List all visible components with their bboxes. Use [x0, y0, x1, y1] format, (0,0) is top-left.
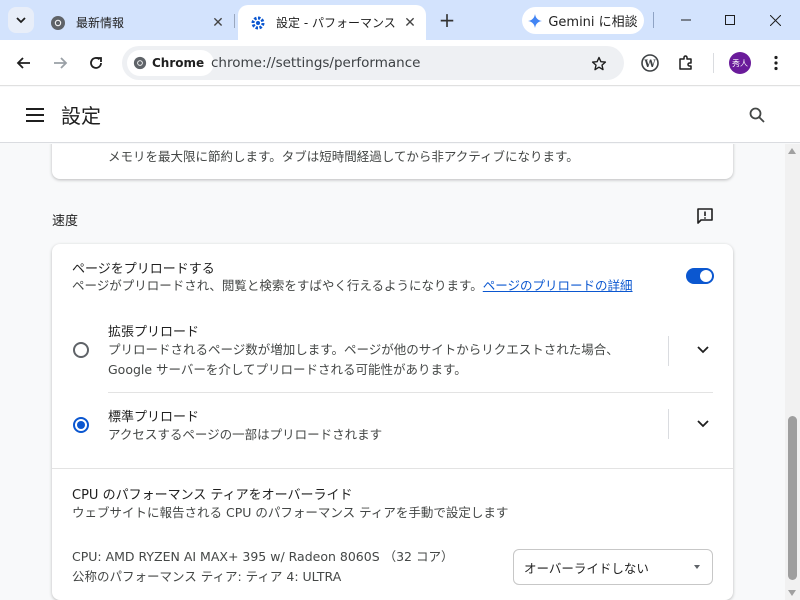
- preload-toggle[interactable]: [686, 268, 714, 284]
- standard-preload-expand-button[interactable]: [691, 412, 715, 436]
- settings-content: メモリを最大限に節約します。タブは短時間経過してから非アクティブになります。 速…: [0, 144, 785, 600]
- site-info-chip[interactable]: Chrome: [127, 50, 215, 76]
- settings-header: 設定: [0, 87, 800, 143]
- more-vert-icon: [774, 55, 778, 71]
- scrollbar-thumb[interactable]: [788, 416, 797, 580]
- maximize-button[interactable]: [708, 5, 752, 35]
- chevron-down-icon: [697, 420, 709, 428]
- scroll-down-arrow-icon[interactable]: [788, 590, 796, 596]
- cpu-tier-select-value: オーバーライドしない: [524, 560, 649, 576]
- chrome-icon: [50, 15, 66, 31]
- tab-strip: 最新情報 ✕ 設定 - パフォーマンス ✕ + Gemini に相談: [0, 0, 800, 40]
- extensions-button[interactable]: [674, 51, 698, 75]
- url-text[interactable]: chrome://settings/performance: [211, 55, 420, 71]
- tab-settings-performance[interactable]: 設定 - パフォーマンス ✕: [238, 5, 426, 40]
- cpu-override-label: CPU のパフォーマンス ティアをオーバーライド: [72, 488, 353, 503]
- window-controls-divider: [653, 12, 654, 28]
- chrome-icon: [133, 56, 147, 70]
- section-divider: [52, 468, 733, 469]
- maximize-icon: [725, 15, 735, 25]
- close-tab-icon[interactable]: ✕: [400, 13, 420, 33]
- avatar-text: 秀人: [732, 58, 748, 68]
- main-menu-button[interactable]: [24, 104, 46, 126]
- option-divider: [108, 392, 713, 393]
- preload-description-text: ページがプリロードされ、閲覧と検索をすばやく行えるようになります。: [72, 278, 483, 293]
- browser-toolbar: Chrome chrome://settings/performance W 秀…: [0, 40, 800, 86]
- arrow-right-icon: [54, 57, 68, 69]
- profile-avatar[interactable]: 秀人: [729, 52, 751, 74]
- tab-title: 最新情報: [76, 16, 125, 30]
- extended-preload-radio[interactable]: [73, 342, 89, 358]
- address-bar[interactable]: Chrome chrome://settings/performance: [122, 46, 624, 80]
- standard-preload-description: アクセスするページの一部はプリロードされます: [108, 427, 383, 442]
- preload-label: ページをプリロードする: [72, 262, 215, 277]
- cpu-tier-select[interactable]: オーバーライドしない: [513, 549, 713, 585]
- arrow-left-icon: [16, 57, 30, 69]
- extended-preload-description-line2: Google サーバーを介してプリロードされる可能性があります。: [108, 362, 467, 377]
- cpu-info-text: CPU: AMD RYZEN AI MAX+ 395 w/ Radeon 806…: [72, 549, 454, 564]
- close-window-button[interactable]: [753, 5, 797, 35]
- search-icon: [749, 107, 765, 123]
- close-icon: [769, 14, 781, 26]
- gemini-button[interactable]: Gemini に相談: [522, 7, 644, 34]
- standard-preload-label: 標準プリロード: [108, 410, 200, 425]
- forward-button[interactable]: [48, 51, 72, 75]
- extended-preload-description-line1: プリロードされるページ数が増加します。ページが他のサイトからリクエストされた場合…: [108, 342, 619, 357]
- memory-saver-card: メモリを最大限に節約します。タブは短時間経過してから非アクティブになります。: [52, 144, 733, 179]
- reload-button[interactable]: [84, 51, 108, 75]
- tab-divider: [234, 14, 235, 28]
- section-title-speed: 速度: [52, 214, 79, 229]
- toolbar-divider: [713, 53, 714, 73]
- dropdown-arrow-icon: [694, 565, 700, 569]
- row-divider: [668, 336, 669, 366]
- svg-text:W: W: [643, 59, 656, 70]
- cpu-override-description: ウェブサイトに報告される CPU のパフォーマンス ティアを手動で設定します: [72, 505, 509, 520]
- puzzle-icon: [679, 55, 692, 70]
- wordpress-icon: W: [641, 54, 659, 72]
- close-tab-icon[interactable]: ✕: [208, 13, 228, 33]
- speed-card: ページをプリロードする ページがプリロードされ、閲覧と検索をすばやく行えるように…: [52, 244, 733, 600]
- feedback-button[interactable]: [693, 205, 717, 227]
- new-tab-button[interactable]: +: [436, 8, 458, 32]
- bookmark-button[interactable]: [588, 53, 610, 75]
- gemini-sparkle-icon: [528, 13, 543, 28]
- chevron-down-icon: [16, 17, 26, 24]
- extended-preload-expand-button[interactable]: [691, 338, 715, 362]
- page-title: 設定: [61, 104, 101, 128]
- tab-title: 設定 - パフォーマンス: [276, 16, 396, 30]
- chrome-menu-button[interactable]: [764, 51, 788, 75]
- gemini-label: Gemini に相談: [548, 15, 638, 30]
- chevron-down-icon: [697, 346, 709, 354]
- preload-learn-more-link[interactable]: ページのプリロードの詳細: [483, 278, 633, 293]
- minimize-button[interactable]: [664, 5, 708, 35]
- reload-icon: [90, 57, 102, 69]
- hamburger-icon: [26, 108, 44, 122]
- standard-preload-radio[interactable]: [73, 417, 89, 433]
- row-divider: [668, 409, 669, 439]
- scroll-up-arrow-icon[interactable]: [788, 148, 796, 154]
- minimize-icon: [681, 19, 691, 21]
- memory-option-description: メモリを最大限に節約します。タブは短時間経過してから非アクティブになります。: [108, 149, 579, 164]
- toggle-knob: [700, 270, 712, 282]
- site-chip-label: Chrome: [152, 56, 205, 70]
- wordpress-extension-button[interactable]: W: [638, 51, 662, 75]
- tab-news[interactable]: 最新情報 ✕: [38, 5, 234, 40]
- tab-search-button[interactable]: [8, 7, 34, 33]
- page-scrollbar[interactable]: [785, 144, 800, 600]
- gear-icon: [250, 15, 266, 31]
- star-icon: [591, 56, 607, 71]
- search-settings-button[interactable]: [745, 103, 769, 127]
- extended-preload-label: 拡張プリロード: [108, 325, 200, 340]
- cpu-tier-text: 公称のパフォーマンス ティア: ティア 4: ULTRA: [72, 569, 342, 584]
- preload-description: ページがプリロードされ、閲覧と検索をすばやく行えるようになります。ページのプリロ…: [72, 276, 633, 296]
- feedback-icon: [697, 208, 713, 224]
- back-button[interactable]: [12, 51, 36, 75]
